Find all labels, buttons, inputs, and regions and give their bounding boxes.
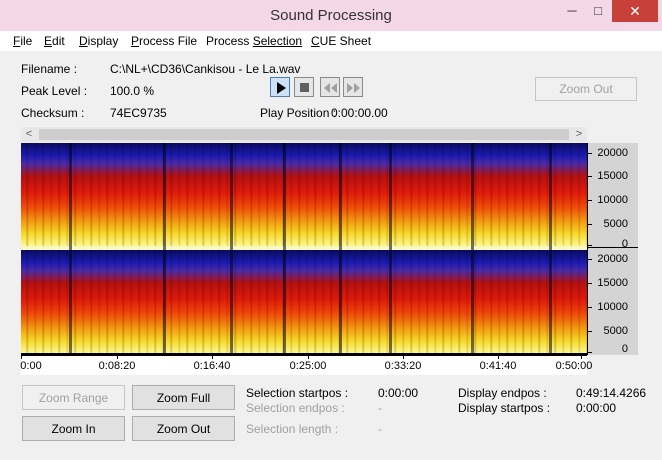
display-startpos-value: 0:00:00 <box>576 401 617 415</box>
freq-tick <box>588 245 592 246</box>
menu-process-selection[interactable]: Process Selection <box>206 34 302 48</box>
freq-tick <box>588 153 592 154</box>
fast-forward-icon <box>347 83 360 93</box>
minimize-button[interactable]: ─ <box>559 0 585 22</box>
display-endpos-label: Display endpos : <box>458 386 547 400</box>
time-label: 0:33:20 <box>384 360 422 372</box>
freq-tick <box>588 307 592 308</box>
freq-tick <box>588 283 592 284</box>
freq-channel-separator <box>588 247 638 248</box>
time-tick <box>581 356 582 359</box>
stop-icon <box>300 83 309 92</box>
frequency-axis: 20000 15000 10000 5000 0 20000 15000 100… <box>587 143 638 355</box>
maximize-button[interactable]: □ <box>585 0 611 22</box>
freq-label: 0 <box>621 343 628 355</box>
time-tick <box>498 356 499 359</box>
time-tick <box>403 356 404 359</box>
menu-file[interactable]: File <box>13 34 32 48</box>
freq-label: 10000 <box>597 301 628 313</box>
time-label: 0:25:00 <box>289 360 327 372</box>
selection-startpos-value: 0:00:00 <box>378 386 419 400</box>
zoom-in-button[interactable]: Zoom In <box>22 416 125 441</box>
selection-startpos-label: Selection startpos : <box>246 386 349 400</box>
time-label: 0:41:40 <box>479 360 517 372</box>
time-tick <box>117 356 118 359</box>
menu-edit[interactable]: Edit <box>44 34 65 48</box>
zoom-full-button[interactable]: Zoom Full <box>132 385 235 410</box>
play-button[interactable] <box>270 77 290 97</box>
time-label: 0:16:40 <box>193 360 231 372</box>
selection-length-value: - <box>378 422 382 436</box>
freq-tick <box>588 352 592 353</box>
freq-tick <box>588 331 592 332</box>
selection-length-label: Selection length : <box>246 422 339 436</box>
selection-endpos-label: Selection endpos : <box>246 401 345 415</box>
time-tick <box>21 356 22 359</box>
track-gap <box>389 143 392 355</box>
scroll-thumb[interactable] <box>39 129 569 140</box>
track-gap <box>471 143 474 355</box>
zoom-out-top-button[interactable]: Zoom Out <box>535 77 637 101</box>
rewind-button[interactable] <box>320 77 340 97</box>
time-tick <box>308 356 309 359</box>
freq-label: 5000 <box>603 218 628 230</box>
time-label: 0:00 <box>20 360 42 372</box>
horizontal-scrollbar[interactable]: < > <box>21 127 587 142</box>
time-axis: 0:00 0:08:20 0:16:40 0:25:00 0:33:20 0:4… <box>20 355 592 375</box>
spectrogram-channel-right[interactable] <box>21 250 587 353</box>
filename-label: Filename : <box>21 62 78 76</box>
scroll-left-icon[interactable]: < <box>21 127 37 142</box>
track-gap <box>283 143 286 355</box>
display-startpos-label: Display startpos : <box>458 401 551 415</box>
track-gap <box>230 143 233 355</box>
track-gap <box>549 143 552 355</box>
fast-forward-button[interactable] <box>343 77 363 97</box>
time-label: 0:08:20 <box>98 360 136 372</box>
freq-tick <box>588 224 592 225</box>
selection-endpos-value: - <box>378 401 382 415</box>
play-position-value: 0:00:00.00 <box>331 106 388 120</box>
menu-display[interactable]: Display <box>79 34 118 48</box>
checksum-label: Checksum : <box>21 106 85 120</box>
menu-cue-sheet[interactable]: CUE Sheet <box>311 34 371 48</box>
freq-label: 0 <box>621 238 628 250</box>
track-gap <box>339 143 342 355</box>
spectrogram[interactable] <box>21 143 587 355</box>
stop-button[interactable] <box>294 77 314 97</box>
time-label: 0:50:00 <box>555 360 593 372</box>
freq-label: 5000 <box>603 325 628 337</box>
play-position-label: Play Position : <box>260 106 337 120</box>
spectrogram-channel-left[interactable] <box>21 143 587 246</box>
freq-label: 20000 <box>597 147 628 159</box>
zoom-out-button[interactable]: Zoom Out <box>132 416 235 441</box>
menu-bar: File Edit Display Process File Process S… <box>0 31 662 51</box>
play-icon <box>277 82 286 94</box>
title-bar[interactable]: Sound Processing ─ □ ✕ <box>0 0 662 32</box>
close-button[interactable]: ✕ <box>612 0 658 22</box>
freq-tick <box>588 259 592 260</box>
freq-label: 10000 <box>597 194 628 206</box>
freq-label: 15000 <box>597 277 628 289</box>
peak-level-label: Peak Level : <box>21 84 88 98</box>
menu-process-file[interactable]: Process File <box>131 34 197 48</box>
track-gap <box>69 143 72 355</box>
scroll-right-icon[interactable]: > <box>571 127 587 142</box>
display-endpos-value: 0:49:14.4266 <box>576 386 647 400</box>
freq-tick <box>588 200 592 201</box>
peak-level-value: 100.0 % <box>110 84 155 98</box>
filename-value: C:\NL+\CD36\Cankisou - Le La.wav <box>110 62 301 76</box>
time-tick <box>212 356 213 359</box>
zoom-range-button[interactable]: Zoom Range <box>22 385 125 410</box>
rewind-icon <box>324 83 337 93</box>
freq-label: 20000 <box>597 253 628 265</box>
freq-label: 15000 <box>597 170 628 182</box>
freq-tick <box>588 176 592 177</box>
checksum-value: 74EC9735 <box>110 106 167 120</box>
track-gap <box>163 143 166 355</box>
